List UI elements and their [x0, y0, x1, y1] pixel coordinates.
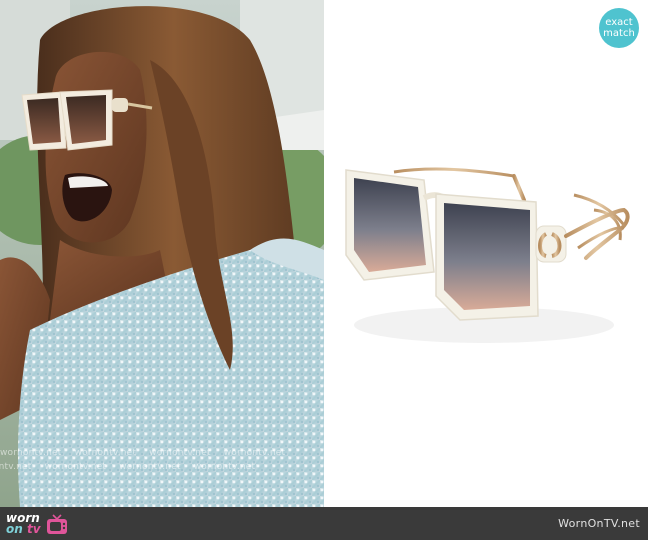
logo-text: worn on tv [6, 512, 41, 536]
watermark-text: wornontv.net [74, 448, 137, 458]
watermark-row: wornontv.net wornontv.net wornontv.net w… [0, 462, 324, 474]
badge-line-2: match [603, 28, 635, 39]
logo-tv: tv [26, 522, 41, 536]
watermark-text: wornontv.net [119, 462, 181, 472]
footer-bar: worn on tv WornOnTV.net [0, 507, 648, 540]
watermark-text: wornontv.net [44, 462, 107, 472]
exact-match-badge: exact match [599, 8, 639, 48]
site-logo[interactable]: worn on tv [6, 511, 69, 537]
site-name: WornOnTV.net [558, 517, 640, 530]
watermark-text: wornontv.net [0, 462, 32, 472]
stage: wornontv.net wornontv.net wornontv.net w… [0, 0, 648, 540]
watermark-text: wornontv.net [223, 448, 286, 458]
watermark-text: wornontv.net [149, 448, 211, 458]
worn-photo-illustration [0, 0, 324, 507]
logo-on: on [6, 522, 23, 536]
watermark-text: wornontv.net [193, 462, 256, 472]
badge-line-1: exact [605, 17, 633, 28]
watermark-text: wornontv.net [0, 448, 62, 458]
tv-icon [46, 514, 67, 534]
worn-photo: wornontv.net wornontv.net wornontv.net w… [0, 0, 324, 507]
product-panel [324, 0, 648, 507]
product-sunglasses-image [345, 167, 630, 343]
watermark-row: wornontv.net wornontv.net wornontv.net w… [0, 448, 324, 460]
